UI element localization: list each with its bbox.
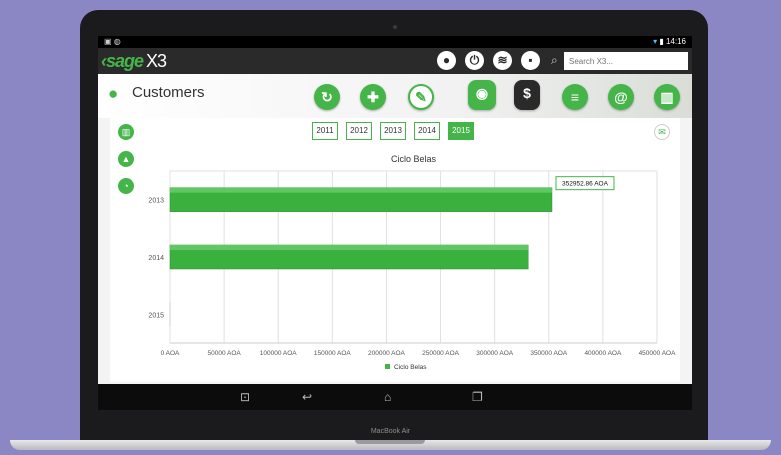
device-label: MacBook Air (370, 428, 411, 435)
chart-title: Ciclo Belas (391, 154, 437, 164)
cart-icon[interactable]: ▪ (521, 51, 540, 70)
sage-logo[interactable]: ‹sage X3 (101, 51, 167, 72)
status-right: ▾ ▮ 14:16 (653, 37, 686, 46)
bar-highlight (170, 187, 552, 193)
android-nav-bar: ⊡ ↩ ⌂ ❐ (98, 384, 692, 410)
home-nav-icon[interactable]: ⌂ (384, 390, 391, 404)
logo-text: sage (106, 51, 144, 71)
app-bar: ‹sage X3 ● ⏻ ≋ ▪ ⌕ (98, 48, 692, 74)
recent-apps-icon[interactable]: ❐ (472, 390, 483, 404)
page-title: Customers (132, 84, 205, 101)
edit-button[interactable]: ✎ (408, 84, 434, 110)
x-tick-label: 200000 AOA (368, 350, 406, 357)
search-input[interactable] (564, 52, 688, 70)
x-tick-label: 50000 AOA (207, 350, 241, 357)
y-tick-label: 2014 (148, 255, 164, 262)
add-button[interactable]: ✚ (360, 84, 386, 110)
contacts-icon[interactable]: @ (608, 84, 634, 110)
android-icon[interactable]: ◉ (468, 80, 496, 110)
status-time: 14:16 (665, 37, 686, 46)
wifi-icon[interactable]: ≋ (493, 51, 512, 70)
back-nav-icon[interactable]: ↩ (302, 390, 312, 404)
x-tick-label: 300000 AOA (476, 350, 514, 357)
notification-icons: ▣ ◍ (104, 37, 121, 46)
laptop-notch (355, 440, 425, 444)
page-header: ● Customers ↻ ✚ ✎ ◉ $ ≡ @ ▥ (98, 74, 692, 118)
legend-label: Ciclo Belas (394, 364, 427, 371)
user-account-icon[interactable]: ● (437, 51, 456, 70)
y-tick-label: 2015 (148, 312, 164, 319)
bar-chart-icon[interactable]: ▥ (654, 84, 680, 110)
chart-panel: ▥ ▲ ◔ 2011 2012 2013 2014 2015 ✉ Ciclo B… (110, 118, 680, 382)
y-tick-label: 2013 (148, 198, 164, 205)
customers-icon: ● (108, 84, 119, 103)
wifi-status-icon: ▾ (653, 37, 658, 46)
power-icon[interactable]: ⏻ (465, 51, 484, 70)
bar-highlight (170, 245, 529, 250)
x-tick-label: 0 AOA (161, 350, 180, 357)
camera (393, 25, 397, 29)
screenshot-icon[interactable]: ⊡ (240, 390, 250, 404)
legend-swatch (385, 364, 390, 369)
battery-icon: ▮ (659, 37, 664, 46)
x-tick-label: 150000 AOA (314, 350, 352, 357)
bar-chart: Ciclo Belas 0 AOA 50000 AOA 100000 AOA 15000… (148, 154, 677, 371)
search-icon[interactable]: ⌕ (551, 53, 558, 68)
refresh-button[interactable]: ↻ (314, 84, 340, 110)
x-tick-label: 100000 AOA (260, 350, 298, 357)
status-bar: ▣ ◍ ▾ ▮ 14:16 (98, 36, 692, 48)
document-icon[interactable]: ≡ (562, 84, 588, 110)
x-tick-label: 250000 AOA (422, 350, 460, 357)
x-tick-label: 350000 AOA (530, 350, 568, 357)
data-tooltip: 352952.86 AOA (562, 181, 609, 188)
logo-suffix: X3 (146, 51, 167, 71)
x-tick-label: 450000 AOA (639, 350, 677, 357)
x-tick-label: 400000 AOA (584, 350, 622, 357)
price-tag-icon[interactable]: $ (514, 80, 540, 110)
tablet-screen: ▣ ◍ ▾ ▮ 14:16 ‹sageX3 ● ⏻ ≋ ▪ ⌕ ● Custom… (98, 36, 692, 384)
